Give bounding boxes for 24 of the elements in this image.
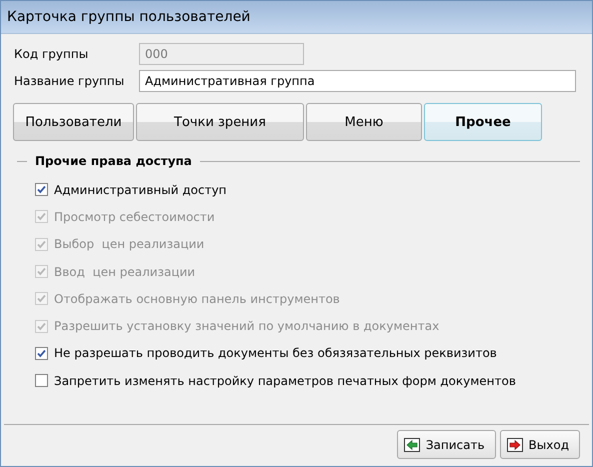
arrow-icon	[506, 438, 523, 452]
checkbox-label: Не разрешать проводить документы без обязязательных реквизитов	[54, 346, 497, 360]
checkbox[interactable]	[35, 346, 48, 360]
group-title: Прочие права доступа	[34, 154, 193, 168]
checkbox-label: Ввод цен реализации	[54, 264, 196, 279]
checkbox-label: Выбор цен реализации	[54, 237, 204, 252]
tab[interactable]: Точки зрения	[136, 103, 304, 141]
checkbox[interactable]	[35, 374, 48, 388]
checkbox[interactable]	[35, 183, 48, 196]
window-title: Карточка группы пользователей	[1, 1, 592, 34]
field-label: Код группы	[14, 46, 90, 60]
tab[interactable]: Меню	[306, 103, 422, 141]
input-field[interactable]: Административная группа	[139, 70, 576, 92]
field-label: Название группы	[14, 74, 126, 88]
checkbox-label: Разрешить установку значений по умолчанию в документах	[54, 319, 440, 334]
checkbox-label: Отображать основную панель инструментов	[54, 292, 340, 306]
checkbox-label: Административный доступ	[54, 182, 227, 197]
tab[interactable]: Пользователи	[13, 103, 134, 141]
tab[interactable]: Прочее	[424, 103, 542, 141]
exit-button[interactable]: Выход	[500, 430, 580, 459]
checkbox-label: Запретить изменять настройку параметров печатных форм документов	[54, 374, 516, 388]
save-button[interactable]: Записать	[396, 430, 496, 459]
arrow-icon	[404, 438, 420, 452]
checkbox-label: Просмотр себестоимости	[54, 210, 215, 224]
